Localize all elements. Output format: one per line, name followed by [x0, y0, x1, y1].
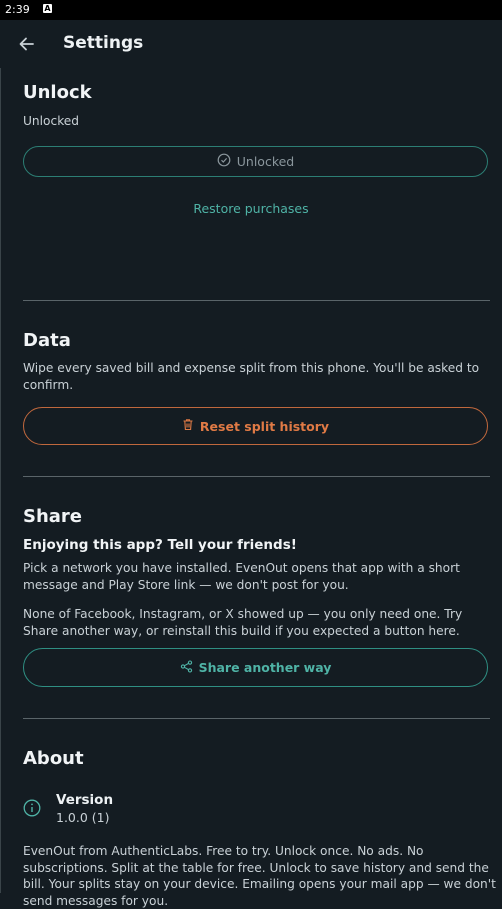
- unlock-heading: Unlock: [23, 82, 92, 103]
- divider: [23, 300, 490, 301]
- top-app-bar: Settings: [0, 20, 502, 68]
- unlock-status: Unlocked: [23, 114, 80, 128]
- info-icon: [23, 799, 41, 817]
- share-another-way-label: Share another way: [198, 660, 332, 675]
- divider: [23, 718, 490, 719]
- status-time: 2:39: [5, 3, 30, 16]
- status-bar: 2:39 A: [0, 0, 502, 20]
- version-value: 1.0.0 (1): [56, 810, 110, 825]
- version-label: Version: [56, 792, 114, 808]
- back-arrow-icon[interactable]: [16, 33, 38, 55]
- trash-icon: [182, 418, 194, 434]
- unlocked-button-label: Unlocked: [236, 154, 295, 169]
- about-description: EvenOut from AuthenticLabs. Free to try.…: [23, 844, 496, 908]
- data-heading: Data: [23, 330, 71, 351]
- page-title: Settings: [63, 33, 144, 53]
- about-heading: About: [23, 748, 84, 769]
- unlocked-button[interactable]: Unlocked: [23, 146, 488, 177]
- divider: [23, 476, 490, 477]
- share-icon: [180, 659, 193, 676]
- share-no-apps-notice: None of Facebook, Instagram, or X showed…: [23, 607, 463, 638]
- check-circle-icon: [217, 153, 231, 170]
- share-subheading: Enjoying this app? Tell your friends!: [23, 537, 297, 553]
- notification-a-icon: A: [43, 4, 52, 13]
- restore-purchases-link[interactable]: Restore purchases: [0, 201, 502, 216]
- reset-split-history-label: Reset split history: [199, 418, 330, 434]
- share-heading: Share: [23, 506, 83, 527]
- reset-split-history-button[interactable]: Reset split history: [23, 407, 488, 445]
- share-description: Pick a network you have installed. EvenO…: [23, 561, 460, 592]
- share-another-way-button[interactable]: Share another way: [23, 648, 488, 687]
- left-edge-line: [0, 68, 1, 893]
- data-description: Wipe every saved bill and expense split …: [23, 361, 480, 392]
